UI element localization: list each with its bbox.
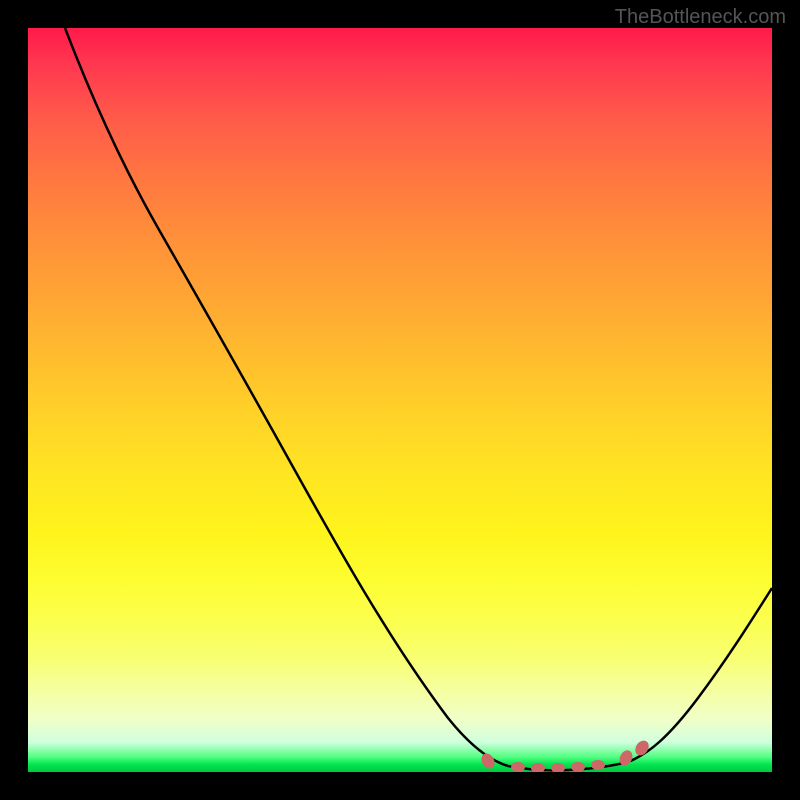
watermark-text: TheBottleneck.com: [615, 6, 786, 29]
optimal-zone-markers: [479, 738, 652, 772]
chart-gradient-area: [28, 28, 772, 772]
chart-svg: [28, 28, 772, 772]
bottleneck-curve-line: [65, 28, 772, 770]
